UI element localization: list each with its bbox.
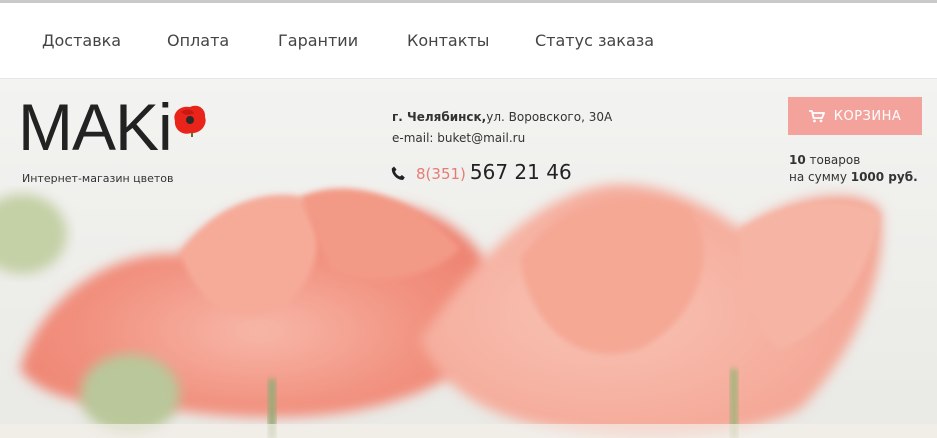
phone-code: 8(351) <box>416 165 466 183</box>
cart-icon <box>808 109 825 122</box>
logo-text[interactable]: MAKi <box>18 92 173 162</box>
poppy-logo-icon <box>174 105 206 137</box>
nav-item-delivery[interactable]: Доставка <box>42 31 121 50</box>
cart-count: 10 <box>789 153 806 167</box>
cart-sum-prefix: на сумму <box>789 170 851 184</box>
cart-count-line: 10 товаров <box>789 152 918 169</box>
cart-button[interactable]: КОРЗИНА <box>788 97 922 135</box>
cart-button-label: КОРЗИНА <box>833 108 902 124</box>
phone-number: 567 21 46 <box>469 160 572 184</box>
phone[interactable]: 8(351) 567 21 46 <box>416 160 572 184</box>
address: г. Челябинск,ул. Воровского, 30А <box>392 110 612 124</box>
cart-sum-line: на сумму 1000 руб. <box>789 169 918 186</box>
cart-count-suffix: товаров <box>805 153 861 167</box>
address-city: г. Челябинск, <box>392 110 487 124</box>
main-nav: Доставка Оплата Гарантии Контакты Статус… <box>0 3 937 79</box>
nav-item-order-status[interactable]: Статус заказа <box>535 31 654 50</box>
nav-item-payment[interactable]: Оплата <box>167 31 229 50</box>
logo-tagline: Интернет-магазин цветов <box>22 172 174 185</box>
address-street: ул. Воровского, 30А <box>486 110 613 124</box>
nav-item-contacts[interactable]: Контакты <box>407 31 489 50</box>
email[interactable]: e-mail: buket@mail.ru <box>392 131 525 145</box>
cart-summary: 10 товаров на сумму 1000 руб. <box>789 152 918 186</box>
nav-item-guarantees[interactable]: Гарантии <box>278 31 358 50</box>
cart-sum: 1000 руб. <box>850 170 918 184</box>
phone-icon <box>391 166 405 180</box>
